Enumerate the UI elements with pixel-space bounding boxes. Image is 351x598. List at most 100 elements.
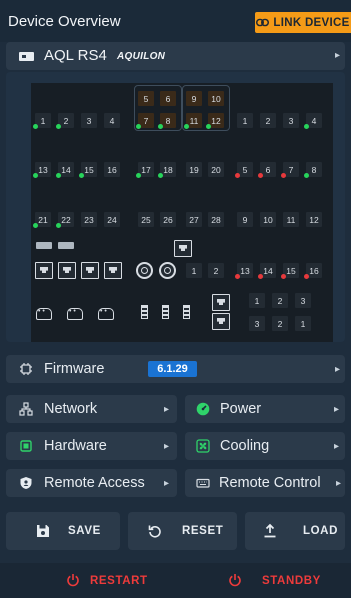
status-led bbox=[281, 173, 286, 178]
port[interactable]: 2 bbox=[272, 316, 288, 331]
status-led bbox=[206, 124, 211, 129]
status-led bbox=[158, 124, 163, 129]
chevron-right-icon: ▸ bbox=[164, 404, 170, 415]
port[interactable]: 2 bbox=[260, 113, 276, 128]
link-device-button[interactable]: LINK DEVICE bbox=[255, 12, 351, 33]
remote-access-row[interactable]: Remote Access ▸ bbox=[6, 469, 177, 497]
standby-label: STANDBY bbox=[262, 575, 321, 587]
port[interactable]: 19 bbox=[186, 162, 202, 177]
chevron-right-icon: ▸ bbox=[334, 441, 340, 452]
status-led bbox=[136, 173, 141, 178]
port[interactable]: 1 bbox=[295, 316, 311, 331]
port[interactable]: 1 bbox=[186, 263, 202, 278]
port[interactable]: 23 bbox=[81, 212, 97, 227]
port[interactable]: 2 bbox=[208, 263, 224, 278]
hardware-label: Hardware bbox=[44, 438, 107, 454]
chevron-right-icon: ▸ bbox=[164, 441, 170, 452]
sfp-slot[interactable] bbox=[58, 242, 74, 249]
save-button[interactable]: SAVE bbox=[6, 512, 120, 550]
port[interactable]: 3 bbox=[249, 316, 265, 331]
network-row[interactable]: Network ▸ bbox=[6, 395, 177, 423]
sfp-slot[interactable] bbox=[36, 242, 52, 249]
port[interactable]: 10 bbox=[208, 91, 224, 106]
save-label: SAVE bbox=[68, 525, 101, 537]
breaker-icon[interactable] bbox=[141, 305, 148, 319]
status-led bbox=[56, 124, 61, 129]
power-outlet-icon[interactable] bbox=[36, 308, 52, 320]
port[interactable]: 3 bbox=[283, 113, 299, 128]
port[interactable]: 9 bbox=[237, 212, 253, 227]
port[interactable]: 11 bbox=[283, 212, 299, 227]
chevron-right-icon: ▸ bbox=[335, 50, 341, 61]
status-led bbox=[184, 124, 189, 129]
status-led bbox=[258, 274, 263, 279]
status-led bbox=[258, 173, 263, 178]
status-led bbox=[33, 173, 38, 178]
hardware-row[interactable]: Hardware ▸ bbox=[6, 432, 177, 460]
status-led bbox=[304, 124, 309, 129]
ethernet-port[interactable] bbox=[81, 262, 99, 279]
ethernet-port[interactable] bbox=[212, 294, 230, 311]
power-outlet-icon[interactable] bbox=[98, 308, 114, 320]
coax-port[interactable] bbox=[159, 262, 176, 279]
ethernet-port[interactable] bbox=[58, 262, 76, 279]
reset-label: RESET bbox=[182, 525, 224, 537]
load-button[interactable]: LOAD bbox=[245, 512, 345, 550]
status-led bbox=[56, 223, 61, 228]
port[interactable]: 20 bbox=[208, 162, 224, 177]
header-bar: Device Overview LINK DEVICE bbox=[0, 0, 351, 42]
reset-icon bbox=[148, 525, 161, 538]
device-name: AQL RS4 bbox=[44, 47, 107, 64]
page-title: Device Overview bbox=[8, 13, 121, 30]
port[interactable]: 3 bbox=[81, 113, 97, 128]
bottom-bar: RESTART STANDBY bbox=[0, 563, 351, 598]
port[interactable]: 2 bbox=[272, 293, 288, 308]
network-icon bbox=[19, 402, 33, 416]
port[interactable]: 26 bbox=[160, 212, 176, 227]
chevron-right-icon: ▸ bbox=[335, 364, 341, 375]
cooling-row[interactable]: Cooling ▸ bbox=[185, 432, 345, 460]
gauge-icon bbox=[196, 402, 210, 416]
chip-icon bbox=[20, 363, 32, 375]
power-outlet-icon[interactable] bbox=[67, 308, 83, 320]
port[interactable]: 12 bbox=[306, 212, 322, 227]
save-disk-icon bbox=[37, 525, 49, 537]
port[interactable]: 24 bbox=[104, 212, 120, 227]
port[interactable]: 1 bbox=[237, 113, 253, 128]
status-led bbox=[281, 274, 286, 279]
status-led bbox=[79, 173, 84, 178]
restart-label: RESTART bbox=[90, 575, 148, 587]
device-selector[interactable]: AQL RS4 AQUILON ▸ bbox=[6, 42, 345, 70]
port[interactable]: 10 bbox=[260, 212, 276, 227]
status-led bbox=[136, 124, 141, 129]
port[interactable]: 9 bbox=[186, 91, 202, 106]
breaker-icon[interactable] bbox=[162, 305, 169, 319]
power-row[interactable]: Power ▸ bbox=[185, 395, 345, 423]
port[interactable]: 3 bbox=[295, 293, 311, 308]
breaker-icon[interactable] bbox=[183, 305, 190, 319]
port[interactable]: 6 bbox=[160, 91, 176, 106]
ethernet-port[interactable] bbox=[35, 262, 53, 279]
port[interactable]: 16 bbox=[104, 162, 120, 177]
port[interactable]: 25 bbox=[138, 212, 154, 227]
load-label: LOAD bbox=[303, 525, 338, 537]
fan-icon bbox=[196, 439, 210, 453]
firmware-label: Firmware bbox=[44, 361, 105, 377]
restart-button[interactable]: RESTART bbox=[60, 563, 160, 598]
status-led bbox=[158, 173, 163, 178]
ethernet-port[interactable] bbox=[174, 240, 192, 257]
status-led bbox=[235, 173, 240, 178]
port[interactable]: 5 bbox=[138, 91, 154, 106]
reset-button[interactable]: RESET bbox=[128, 512, 237, 550]
ethernet-port[interactable] bbox=[212, 313, 230, 330]
status-led bbox=[33, 223, 38, 228]
standby-button[interactable]: STANDBY bbox=[224, 563, 334, 598]
ethernet-port[interactable] bbox=[104, 262, 122, 279]
remote-access-label: Remote Access bbox=[44, 475, 145, 491]
port[interactable]: 1 bbox=[249, 293, 265, 308]
coax-port[interactable] bbox=[136, 262, 153, 279]
remote-control-row[interactable]: Remote Control ▸ bbox=[185, 469, 345, 497]
port[interactable]: 4 bbox=[104, 113, 120, 128]
port[interactable]: 27 bbox=[186, 212, 202, 227]
port[interactable]: 28 bbox=[208, 212, 224, 227]
